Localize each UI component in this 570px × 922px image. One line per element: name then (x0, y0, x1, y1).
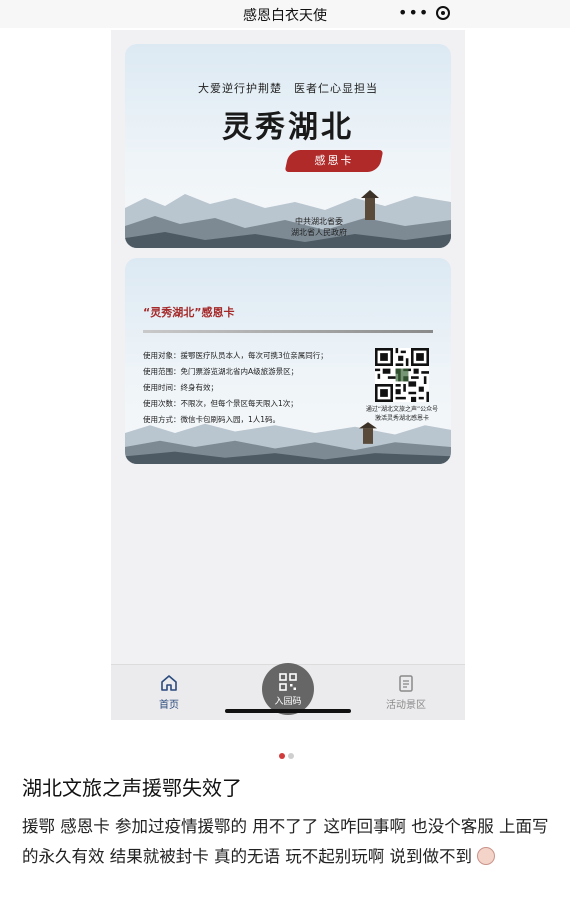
landscape-illustration (125, 190, 451, 248)
more-menu-icon[interactable]: ••• (398, 3, 429, 22)
carousel-indicator (279, 744, 297, 763)
crying-face-emoji-icon (477, 847, 496, 865)
clipboard-icon (399, 675, 413, 692)
home-indicator (225, 709, 351, 713)
carousel-dot[interactable] (288, 753, 294, 759)
post-title: 湖北文旅之声援鄂失效了 (22, 776, 242, 800)
qr-code-icon (279, 673, 297, 691)
wechat-top-bar: 感恩白衣天使 ••• (0, 0, 570, 28)
tab-home[interactable]: 首页 (129, 673, 209, 711)
home-icon (161, 675, 177, 691)
card-title: 灵秀湖北 (222, 110, 354, 145)
usage-line: 使用对象：援鄂医疗队员本人，每次可携3位亲属同行； (143, 351, 328, 360)
card-slogan: 大爱逆行护荆楚 医者仁心显担当 (198, 82, 378, 95)
post-body-text: 援鄂 感恩卡 参加过疫情援鄂的 用不了了 这咋回事啊 也没个客服 上面写的永久有… (22, 817, 549, 866)
post-body: 援鄂 感恩卡 参加过疫情援鄂的 用不了了 这咋回事啊 也没个客服 上面写的永久有… (22, 812, 552, 872)
bottom-tab-bar: 首页 入园码 活动景区 (111, 663, 465, 720)
mini-program-screen: 大爱逆行护荆楚 医者仁心显担当 灵秀湖北 感恩卡 中共湖北省委 湖北省人民政府 … (111, 30, 465, 720)
gratitude-card-back[interactable]: “灵秀湖北”感恩卡 使用对象：援鄂医疗队员本人，每次可携3位亲属同行； 使用范围… (125, 258, 451, 464)
gratitude-card-front[interactable]: 大爱逆行护荆楚 医者仁心显担当 灵秀湖北 感恩卡 中共湖北省委 湖北省人民政府 (125, 44, 451, 248)
tab-activity-label: 活动景区 (386, 700, 426, 711)
issuer-line-1: 中共湖北省委 (295, 217, 343, 226)
close-target-icon[interactable] (436, 6, 450, 20)
issuer-line-2: 湖北省人民政府 (291, 228, 347, 237)
card-back-title: “灵秀湖北”感恩卡 (143, 306, 235, 319)
tab-activity-sites[interactable]: 活动景区 (366, 673, 446, 711)
landscape-illustration (125, 422, 451, 464)
entry-qr-label: 入园码 (274, 697, 302, 707)
divider (143, 330, 433, 333)
usage-line: 使用范围：免门票游览湖北省内A级旅游景区； (143, 367, 299, 376)
page-title: 感恩白衣天使 (243, 8, 327, 24)
entry-qr-button[interactable]: 入园码 (262, 663, 314, 715)
tab-home-label: 首页 (159, 700, 179, 711)
card-issuer: 中共湖北省委 湖北省人民政府 (291, 216, 347, 238)
usage-line: 使用时间：终身有效； (143, 383, 218, 392)
carousel-dot-active[interactable] (279, 753, 285, 759)
qr-code[interactable] (375, 348, 429, 402)
